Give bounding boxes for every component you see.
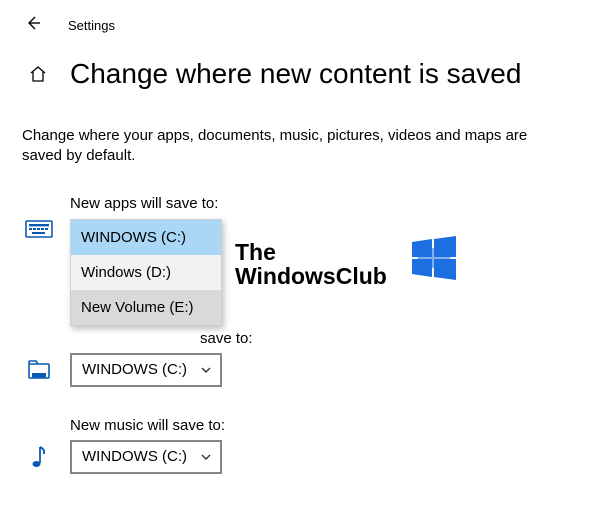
documents-value: WINDOWS (C:) bbox=[82, 361, 187, 378]
page-title: Change where new content is saved bbox=[70, 58, 521, 90]
documents-combo[interactable]: WINDOWS (C:) bbox=[70, 353, 222, 387]
home-icon[interactable] bbox=[28, 64, 48, 89]
window-title: Settings bbox=[68, 18, 115, 33]
apps-dropdown[interactable]: WINDOWS (C:) Windows (D:) New Volume (E:… bbox=[70, 219, 222, 326]
music-combo[interactable]: WINDOWS (C:) bbox=[70, 440, 222, 474]
chevron-down-icon bbox=[200, 451, 212, 463]
section-documents: save to: WINDOWS (C:) bbox=[0, 330, 600, 387]
section-apps: New apps will save to: WINDOWS (C:) Wind… bbox=[0, 195, 600, 240]
documents-label: save to: bbox=[70, 330, 578, 347]
watermark-text: The WindowsClub bbox=[235, 240, 387, 288]
dropdown-option[interactable]: WINDOWS (C:) bbox=[71, 220, 221, 255]
music-value: WINDOWS (C:) bbox=[82, 448, 187, 465]
music-label: New music will save to: bbox=[70, 417, 578, 434]
music-icon bbox=[22, 443, 56, 471]
back-button[interactable] bbox=[20, 10, 46, 41]
chevron-down-icon bbox=[200, 364, 212, 376]
page-description: Change where your apps, documents, music… bbox=[0, 100, 600, 167]
dropdown-option[interactable]: New Volume (E:) bbox=[71, 290, 221, 325]
documents-icon bbox=[22, 358, 56, 382]
apps-label: New apps will save to: bbox=[70, 195, 578, 212]
section-music: New music will save to: WINDOWS (C:) bbox=[0, 417, 600, 474]
watermark-logo bbox=[412, 236, 456, 285]
apps-icon bbox=[22, 218, 56, 240]
dropdown-option[interactable]: Windows (D:) bbox=[71, 255, 221, 290]
